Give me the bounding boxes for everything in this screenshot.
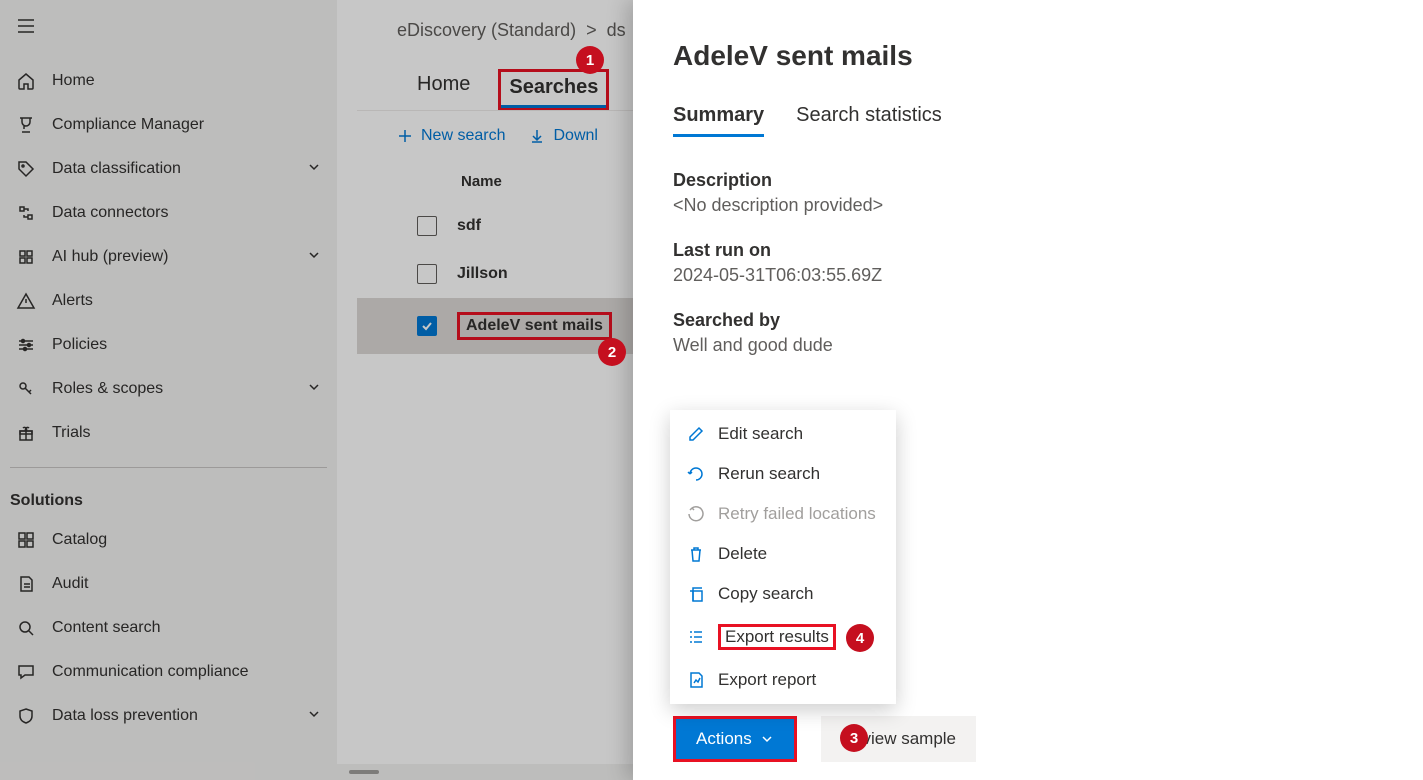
retry-icon [686, 504, 706, 524]
edit-icon [686, 424, 706, 444]
searchedby-value: Well and good dude [673, 335, 1383, 356]
actions-button[interactable]: Actions [673, 716, 797, 762]
menu-item-export-report[interactable]: Export report [670, 660, 896, 700]
report-icon [686, 670, 706, 690]
menu-item-delete[interactable]: Delete [670, 534, 896, 574]
menu-item-rerun-search[interactable]: Rerun search [670, 454, 896, 494]
menu-item-copy-search[interactable]: Copy search [670, 574, 896, 614]
menu-item-edit-search[interactable]: Edit search [670, 414, 896, 454]
menu-item-label: Delete [718, 544, 767, 564]
panel-tabs: Summary Search statistics [673, 104, 1383, 138]
delete-icon [686, 544, 706, 564]
refresh-icon [686, 464, 706, 484]
panel-tab-statistics[interactable]: Search statistics [796, 104, 942, 137]
panel-title: AdeleV sent mails [673, 40, 1383, 72]
lastrun-label: Last run on [673, 240, 1383, 261]
description-value: <No description provided> [673, 195, 1383, 216]
menu-item-label: Export results [718, 624, 836, 650]
list-icon [686, 627, 706, 647]
description-label: Description [673, 170, 1383, 191]
menu-item-retry-failed-locations: Retry failed locations [670, 494, 896, 534]
panel-tab-summary[interactable]: Summary [673, 104, 764, 137]
callout-2: 2 [598, 338, 626, 366]
actions-menu: Edit search Rerun search Retry failed loca… [670, 410, 896, 704]
lastrun-value: 2024-05-31T06:03:55.69Z [673, 265, 1383, 286]
callout-3: 3 [840, 724, 868, 752]
searchedby-label: Searched by [673, 310, 1383, 331]
menu-item-label: Edit search [718, 424, 803, 444]
copy-icon [686, 584, 706, 604]
menu-item-label: Retry failed locations [718, 504, 876, 524]
callout-1: 1 [576, 46, 604, 74]
menu-item-label: Copy search [718, 584, 813, 604]
menu-item-label: Rerun search [718, 464, 820, 484]
menu-item-label: Export report [718, 670, 816, 690]
callout-4: 4 [846, 624, 874, 652]
